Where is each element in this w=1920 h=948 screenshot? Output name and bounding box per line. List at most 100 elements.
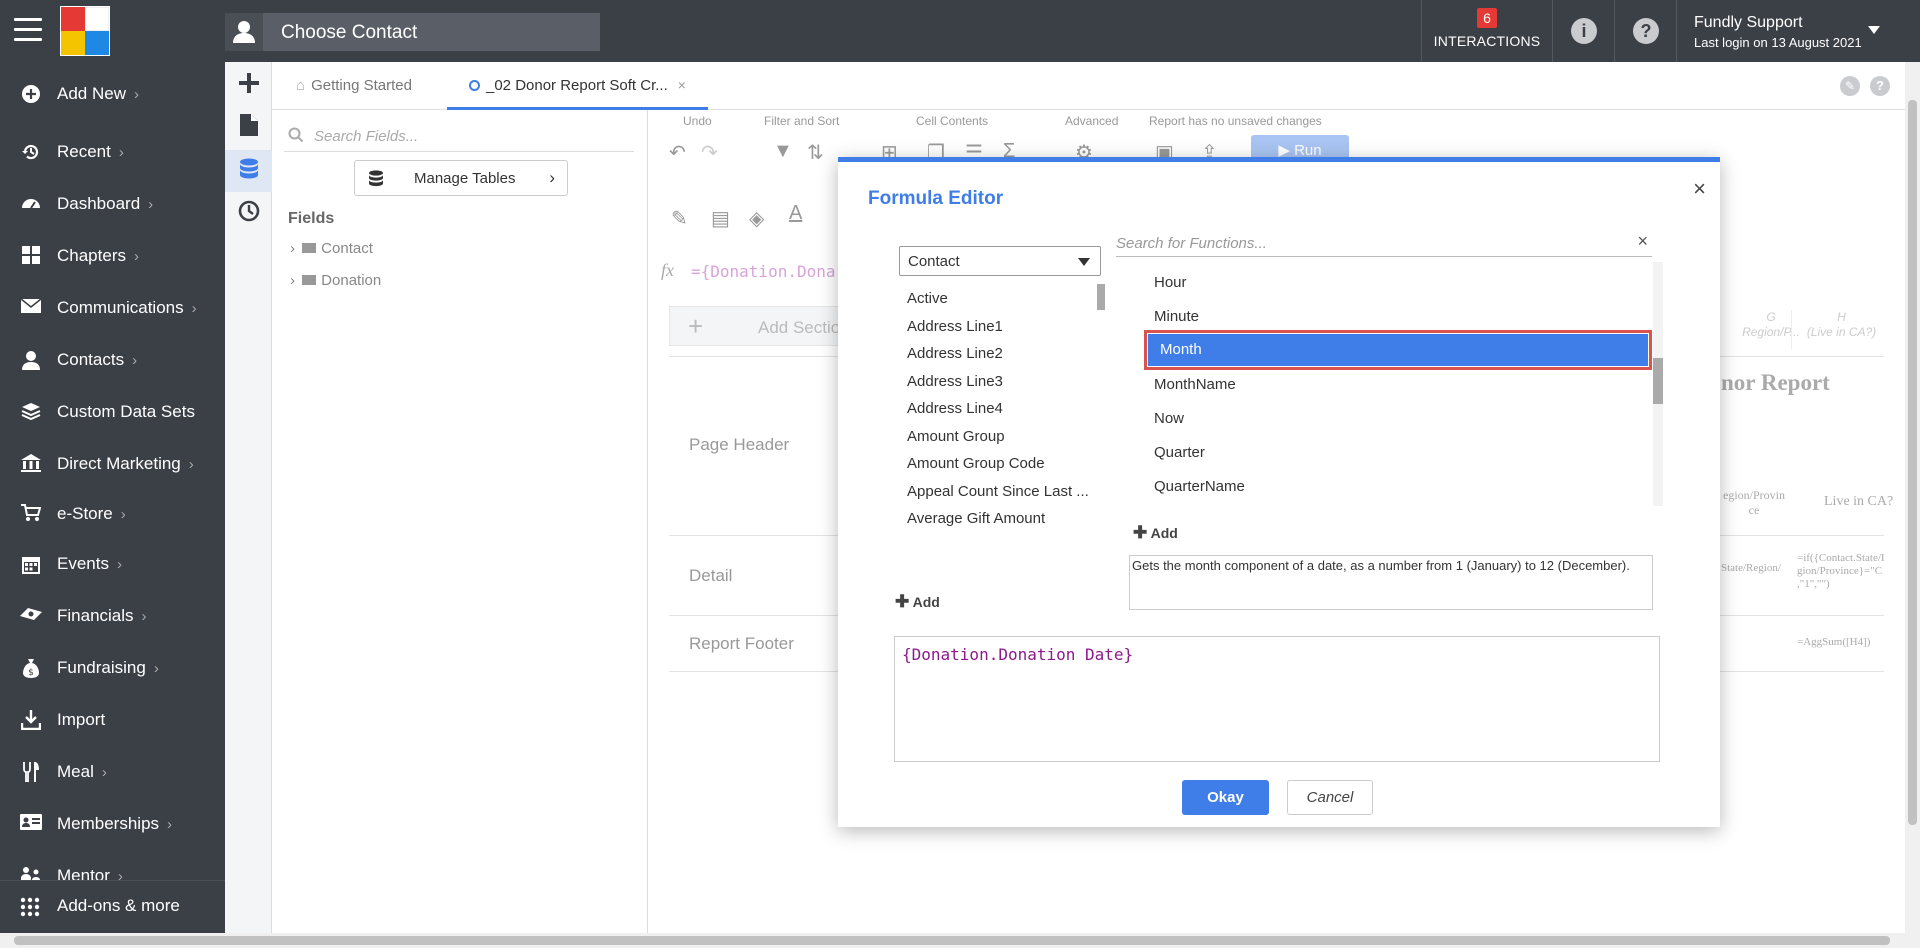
close-icon[interactable]: × [1693, 176, 1706, 202]
header-cell-live-in-ca[interactable]: Live in CA? [1824, 494, 1893, 510]
chevron-right-icon: › [132, 352, 138, 369]
history-button[interactable] [225, 192, 272, 234]
field-list-scrollbar[interactable] [1097, 284, 1105, 310]
user-menu[interactable]: Fundly Support Last login on 13 August 2… [1694, 14, 1862, 50]
footer-cell-aggsum[interactable]: =AggSum([H4]) [1797, 636, 1870, 648]
folder-icon [302, 243, 317, 253]
column-header-h[interactable]: H (Live in CA?) [1791, 310, 1891, 350]
undo-icon[interactable]: ↶ [669, 140, 686, 165]
add-ons-button[interactable]: Add-ons & more [0, 880, 225, 933]
font-color-icon[interactable]: A [789, 202, 802, 225]
open-report-button[interactable] [225, 106, 272, 148]
tree-item-donation[interactable]: › Donation [290, 272, 381, 289]
okay-button[interactable]: Okay [1182, 780, 1269, 815]
add-report-button[interactable] [225, 64, 272, 106]
add-field-button[interactable]: ✚ Add [895, 592, 940, 612]
tree-item-contact[interactable]: › Contact [290, 240, 373, 257]
detail-cell-live-in-ca[interactable]: =if({Contact.State/I gion/Province}="C ,… [1797, 552, 1885, 591]
column-subtitle: (Live in CA?) [1806, 325, 1877, 339]
close-tab-icon[interactable]: × [678, 77, 686, 93]
sort-icon[interactable]: ⇅ [807, 140, 824, 165]
field-item[interactable]: Active [907, 290, 948, 307]
info-icon[interactable]: i [1571, 18, 1597, 44]
nav-item-meal[interactable]: Meal › [0, 748, 225, 796]
help-icon[interactable]: ? [1633, 18, 1659, 44]
tab-donor-report[interactable]: _02 Donor Report Soft Cr... × [447, 62, 708, 110]
help-icon[interactable]: ? [1870, 76, 1890, 96]
nav-item-direct-marketing[interactable]: Direct Marketing › [0, 440, 225, 488]
tab-getting-started[interactable]: ⌂ Getting Started [296, 62, 412, 110]
user-menu-caret-icon[interactable] [1868, 26, 1880, 34]
data-sources-button[interactable] [225, 150, 272, 192]
nav-item-events[interactable]: Events › [0, 540, 225, 588]
function-item[interactable]: MonthName [1154, 376, 1236, 393]
field-item[interactable]: Address Line2 [907, 345, 1003, 362]
id-card-icon [20, 814, 42, 834]
field-item[interactable]: Address Line1 [907, 318, 1003, 335]
field-item[interactable]: Address Line3 [907, 373, 1003, 390]
scrollbar-thumb[interactable] [1908, 100, 1917, 825]
nav-label: Direct Marketing [57, 454, 181, 473]
add-section-label: Add Sectio [758, 318, 841, 337]
fill-color-icon[interactable]: ◈ [749, 206, 764, 231]
nav-item-custom-data-sets[interactable]: Custom Data Sets [0, 388, 225, 436]
search-functions-input[interactable]: Search for Functions... × [1116, 229, 1652, 257]
table-select[interactable]: Contact [899, 246, 1101, 276]
header-cell-region[interactable]: egion/Provin ce [1721, 488, 1787, 518]
home-icon: ⌂ [296, 77, 306, 94]
interactions-label: INTERACTIONS [1433, 33, 1541, 49]
nav-item-add-new[interactable]: Add New › [0, 70, 225, 118]
nav-item-import[interactable]: Import [0, 696, 225, 744]
report-title-text: nor Report [1721, 370, 1830, 395]
function-item[interactable]: Quarter [1154, 444, 1205, 461]
function-item[interactable]: QuarterName [1154, 478, 1245, 495]
brush-icon[interactable]: ✎ [671, 206, 688, 231]
fields-title: Fields [288, 210, 335, 227]
plus-circle-icon [20, 84, 42, 104]
nav-item-dashboard[interactable]: Dashboard › [0, 180, 225, 228]
page-vertical-scrollbar[interactable] [1905, 62, 1920, 933]
field-item[interactable]: Amount Group Code [907, 455, 1045, 472]
search-fields-input[interactable]: Search Fields... [284, 120, 634, 152]
field-item[interactable]: Appeal Count Since Last ... [907, 483, 1089, 500]
nav-item-e-store[interactable]: e-Store › [0, 490, 225, 538]
field-item[interactable]: Average Gift Amount [907, 510, 1045, 527]
person-icon [20, 350, 42, 370]
hamburger-menu-icon[interactable] [14, 18, 42, 42]
detail-cell-region[interactable]: State/Region/ [1721, 562, 1781, 574]
nav-item-financials[interactable]: Financials › [0, 592, 225, 640]
add-function-button[interactable]: ✚ Add [1133, 523, 1178, 543]
nav-item-communications[interactable]: Communications › [0, 284, 225, 332]
nav-item-chapters[interactable]: Chapters › [0, 232, 225, 280]
function-item[interactable]: Hour [1154, 274, 1187, 291]
moneybag-icon: $ [20, 658, 42, 678]
scrollbar-thumb[interactable] [14, 936, 1890, 945]
function-list-scrollbar[interactable] [1653, 358, 1663, 404]
cell-style-icon[interactable]: ▤ [711, 206, 730, 231]
formula-editor-dialog: Formula Editor × Contact Active Address … [838, 157, 1720, 827]
clear-search-icon[interactable]: × [1637, 231, 1648, 252]
formula-editor-textarea[interactable]: {Donation.Donation Date} [894, 636, 1660, 762]
unsaved-circle-icon [469, 80, 480, 91]
filter-icon[interactable]: ▼ [773, 140, 793, 163]
function-item-selected[interactable]: Month [1144, 330, 1652, 370]
interactions-button[interactable]: 6 INTERACTIONS [1422, 8, 1552, 49]
field-item[interactable]: Amount Group [907, 428, 1005, 445]
field-item[interactable]: Address Line4 [907, 400, 1003, 417]
function-item[interactable]: Now [1154, 410, 1184, 427]
choose-contact-button[interactable]: Choose Contact [225, 13, 600, 51]
nav-item-recent[interactable]: Recent › [0, 128, 225, 176]
wrench-icon[interactable]: ✎ [1840, 76, 1860, 96]
cancel-button[interactable]: Cancel [1287, 780, 1373, 815]
manage-tables-button[interactable]: Manage Tables › [354, 160, 568, 196]
chevron-right-icon: › [116, 556, 122, 573]
function-item[interactable]: Minute [1154, 308, 1199, 325]
nav-item-memberships[interactable]: Memberships › [0, 800, 225, 848]
app-logo[interactable] [60, 6, 110, 56]
redo-icon[interactable]: ↷ [701, 140, 718, 165]
nav-item-contacts[interactable]: Contacts › [0, 336, 225, 384]
page-horizontal-scrollbar[interactable] [0, 933, 1920, 948]
bank-icon [20, 454, 42, 474]
cell-text: =if({Contact.State/I [1797, 552, 1885, 564]
nav-item-fundraising[interactable]: $ Fundraising › [0, 644, 225, 692]
